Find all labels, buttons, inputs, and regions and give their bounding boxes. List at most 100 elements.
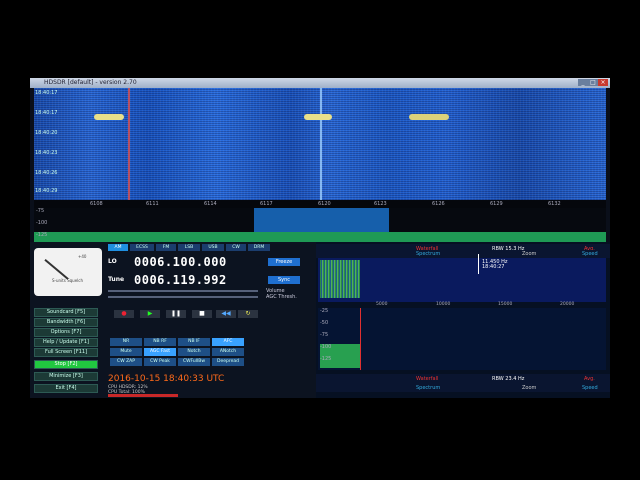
mouse-cursor [478,254,479,274]
exit-button[interactable]: Exit [F4] [34,384,98,393]
loop-icon[interactable]: ↻ [238,310,258,318]
play-icon[interactable]: ▶ [140,310,160,318]
tune-line [360,308,361,370]
zoom-panel: Waterfall RBW 15.3 Hz Avg. Spectrum Zoom… [316,242,610,398]
nb-rf-button[interactable]: NB RF [144,338,176,346]
freq-tick: 6114 [204,201,217,207]
main-spectrum[interactable]: -75 -100 -125 [34,208,606,242]
spectrum-y-label: -125 [36,232,48,238]
sync-button[interactable]: Sync [268,276,300,284]
zoom-top-bar-2: Spectrum Zoom Speed [316,250,610,258]
freq-tick: 6117 [260,201,273,207]
cursor-readout: 11.450 Hz 18:40:27 [482,260,507,270]
mute-button[interactable]: Mute [110,348,142,356]
freq-tick: 6129 [490,201,503,207]
close-window-icon[interactable]: × [598,79,608,86]
freq-tick: 6108 [90,201,103,207]
spectrum-label: Spectrum [416,385,441,391]
title-bar: HDSDR [default] - version 2.70 _ □ × [30,78,610,88]
waterfall-timestamp: 18:40:17 [35,90,58,96]
freeze-button[interactable]: Freeze [268,258,300,266]
speed-label: Speed [582,385,598,391]
anotch-button[interactable]: ANotch [212,348,244,356]
window-title: HDSDR [default] - version 2.70 [44,79,137,86]
hdsdr-window: HDSDR [default] - version 2.70 _ □ × 18:… [30,78,610,398]
agc-fast-button[interactable]: AGC Fast [144,348,176,356]
signal-trace [304,114,332,120]
zoom-y-label: -25 [320,308,329,314]
bandwidth-button[interactable]: Bandwidth [F6] [34,318,98,327]
freq-tick: 6111 [146,201,159,207]
waterfall-timestamp: 18:40:20 [35,130,58,136]
soundcard-button[interactable]: Soundcard [F5] [34,308,98,317]
spectrum-label: Spectrum [416,251,441,257]
cwfullbw-button[interactable]: CWFullBw [178,358,210,366]
options-button[interactable]: Options [F7] [34,328,98,337]
cpu-bar [108,394,178,397]
cw-peak-button[interactable]: CW Peak [144,358,176,366]
waterfall-label: Waterfall [416,376,439,382]
record-icon[interactable]: ● [114,310,134,318]
rewind-icon[interactable]: ◀◀ [216,310,236,318]
mode-drm-button[interactable]: DRM [248,244,270,251]
maximize-window-icon[interactable]: □ [588,79,598,86]
signal-trace [409,114,449,120]
s-meter: +40 S-units Squelch [34,248,102,296]
volume-slider[interactable] [108,290,258,292]
zoom-label: Zoom [522,251,537,257]
spectrum-trace [34,232,606,242]
nb-if-button[interactable]: NB IF [178,338,210,346]
zoom-waterfall[interactable]: 11.450 Hz 18:40:27 [318,254,606,302]
control-panel: +40 S-units Squelch Soundcard [F5] Bandw… [30,242,610,398]
stop-icon[interactable]: ■ [192,310,212,318]
zoom-y-label: -125 [320,356,332,362]
agc-thresh-slider[interactable] [108,296,258,298]
mode-am-button[interactable]: AM [108,244,128,251]
zoom-signal [320,260,360,298]
speed-label: Speed [582,251,598,257]
lo-label: LO [108,258,117,265]
rbw-label[interactable]: RBW 23.4 Hz [492,374,524,384]
freq-tick: 6123 [374,201,387,207]
stop-button[interactable]: Stop [F2] [34,360,98,369]
tune-marker [320,88,322,200]
mode-lsb-button[interactable]: LSB [178,244,200,251]
zoom-bottom-bar-2: Spectrum Zoom Speed [316,384,610,392]
waterfall-timestamp: 18:40:23 [35,150,58,156]
freq-tick: 6132 [548,201,561,207]
cw-zap-button[interactable]: CW ZAP [110,358,142,366]
date-time-display: 2016-10-15 18:40:33 UTC [108,374,225,384]
afc-button[interactable]: AFC [212,338,244,346]
mode-fm-button[interactable]: FM [156,244,176,251]
full-screen-button[interactable]: Full Screen [F11] [34,348,98,357]
mode-ecss-button[interactable]: ECSS [130,244,154,251]
notch-button[interactable]: Notch [178,348,210,356]
waterfall-timestamp: 18:40:17 [35,110,58,116]
zoom-y-label: -50 [320,320,329,326]
agc-thresh-label: AGC Thresh. [266,294,297,300]
zoom-spectrum[interactable]: -25 -50 -75 -100 -125 [318,308,606,370]
spectrum-y-label: -75 [36,208,45,214]
frequency-axis: 6108 6111 6114 6117 6120 6123 6126 6129 … [34,200,606,208]
mode-usb-button[interactable]: USB [202,244,224,251]
help-update-button[interactable]: Help / Update [F1] [34,338,98,347]
zoom-bottom-bar: Waterfall RBW 23.4 Hz Avg. [316,374,610,384]
lo-marker [128,88,130,200]
s-meter-scale: +40 [78,254,87,259]
minimize-button[interactable]: Minimize [F3] [34,372,98,381]
waterfall-timestamp: 18:40:26 [35,170,58,176]
signal-trace [94,114,124,120]
minimize-window-icon[interactable]: _ [578,79,588,86]
freq-tick: 6120 [318,201,331,207]
s-meter-needle [44,258,69,280]
nr-button[interactable]: NR [110,338,142,346]
cursor-time: 18:40:27 [482,264,505,270]
zoom-y-label: -100 [320,344,332,350]
pause-icon[interactable]: ❚❚ [166,310,186,318]
spectrum-y-label: -100 [36,220,48,226]
main-waterfall[interactable]: 18:40:17 18:40:17 18:40:20 18:40:23 18:4… [34,88,606,200]
mode-cw-button[interactable]: CW [226,244,246,251]
lo-frequency-display[interactable]: 0006.100.000 [134,255,227,269]
tune-frequency-display[interactable]: 0006.119.992 [134,273,227,287]
deepread-button[interactable]: Deepread [212,358,244,366]
